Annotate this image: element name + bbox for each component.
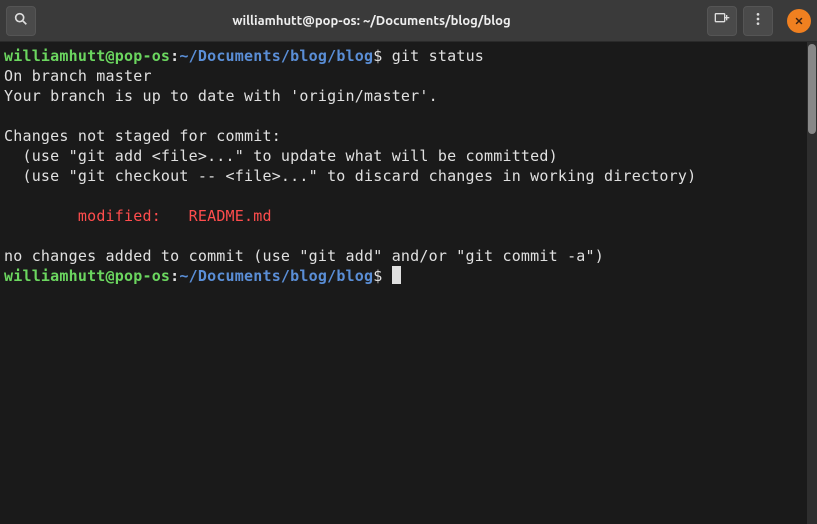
prompt-dollar: $ [373, 47, 391, 65]
output-line-prefix [4, 207, 78, 225]
window-title: williamhutt@pop-os: ~/Documents/blog/blo… [44, 14, 699, 28]
prompt-dollar: $ [373, 267, 391, 285]
scrollbar-thumb[interactable] [808, 44, 816, 134]
terminal-plus-icon [714, 11, 730, 31]
window-titlebar: williamhutt@pop-os: ~/Documents/blog/blo… [0, 0, 817, 42]
prompt-separator: : [170, 47, 179, 65]
modified-file-line: modified: README.md [78, 207, 272, 225]
output-line: On branch master [4, 67, 152, 85]
terminal-output[interactable]: williamhutt@pop-os:~/Documents/blog/blog… [0, 42, 807, 524]
output-line: Your branch is up to date with 'origin/m… [4, 87, 438, 105]
menu-button[interactable] [743, 6, 773, 36]
prompt-user-host: williamhutt@pop-os [4, 267, 170, 285]
search-button[interactable] [6, 6, 36, 36]
search-icon [13, 11, 29, 31]
output-line: (use "git add <file>..." to update what … [4, 147, 558, 165]
kebab-menu-icon [750, 11, 766, 31]
vertical-scrollbar[interactable] [807, 42, 817, 524]
terminal-cursor [392, 266, 401, 284]
command-text: git status [392, 47, 484, 65]
output-line: no changes added to commit (use "git add… [4, 247, 604, 265]
output-line: Changes not staged for commit: [4, 127, 281, 145]
close-icon [794, 11, 804, 30]
output-line: (use "git checkout -- <file>..." to disc… [4, 167, 696, 185]
prompt-path: ~/Documents/blog/blog [179, 47, 373, 65]
new-tab-button[interactable] [707, 6, 737, 36]
titlebar-right-group [707, 6, 811, 36]
terminal-container: williamhutt@pop-os:~/Documents/blog/blog… [0, 42, 817, 524]
close-button[interactable] [787, 9, 811, 33]
prompt-path: ~/Documents/blog/blog [179, 267, 373, 285]
prompt-separator: : [170, 267, 179, 285]
prompt-user-host: williamhutt@pop-os [4, 47, 170, 65]
